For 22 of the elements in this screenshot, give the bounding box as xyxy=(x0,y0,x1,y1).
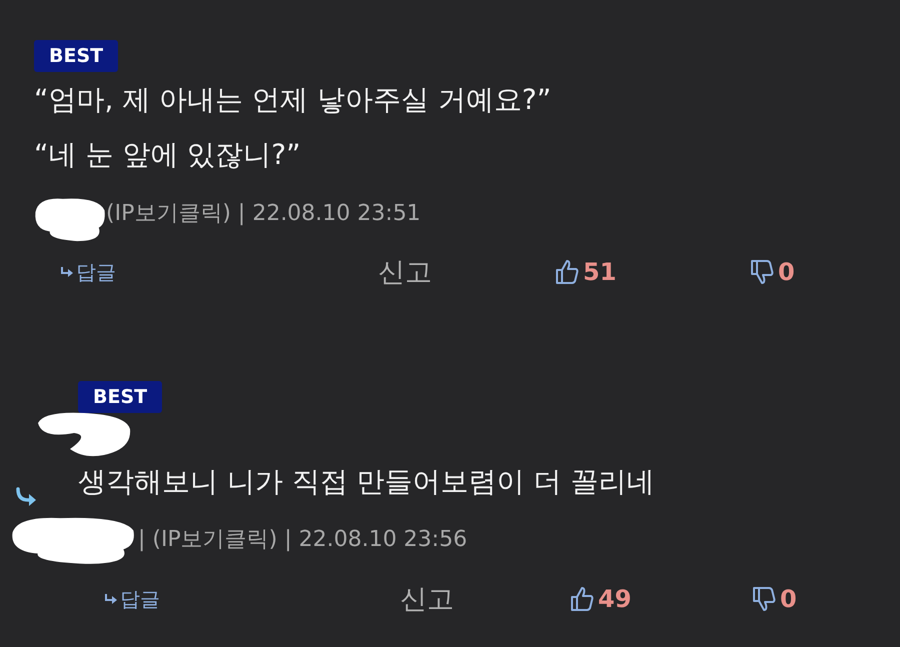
reply-link[interactable]: 답글 xyxy=(104,586,400,612)
comment-meta: | (IP보기클릭) | 22.08.10 23:56 xyxy=(138,526,468,554)
reply-arrow-icon xyxy=(14,487,38,509)
comment-text: 생각해보니 니가 직접 만들어보렴이 더 꼴리네 xyxy=(78,464,655,500)
report-link[interactable]: 신고 xyxy=(378,254,555,290)
thumbs-up-icon[interactable] xyxy=(555,259,579,285)
comment-meta: (IP보기클릭) | 22.08.10 23:51 xyxy=(106,200,421,228)
best-badge: BEST xyxy=(78,381,162,413)
reply-link[interactable]: 답글 xyxy=(60,258,378,286)
report-link[interactable]: 신고 xyxy=(400,581,570,617)
reply-icon xyxy=(104,593,118,605)
reply-icon xyxy=(60,266,74,278)
best-badge: BEST xyxy=(34,40,118,72)
thumbs-up-icon[interactable] xyxy=(570,586,594,612)
thumbs-down-icon[interactable] xyxy=(750,259,774,285)
dislike-count: 0 xyxy=(778,258,795,286)
like-count: 49 xyxy=(598,585,632,613)
comment-text: “네 눈 앞에 있잖니?” xyxy=(34,137,302,173)
like-count: 51 xyxy=(583,258,616,286)
dislike-count: 0 xyxy=(780,585,797,613)
comment-text: “엄마, 제 아내는 언제 낳아주실 거예요?” xyxy=(34,82,552,118)
thumbs-down-icon[interactable] xyxy=(752,586,776,612)
